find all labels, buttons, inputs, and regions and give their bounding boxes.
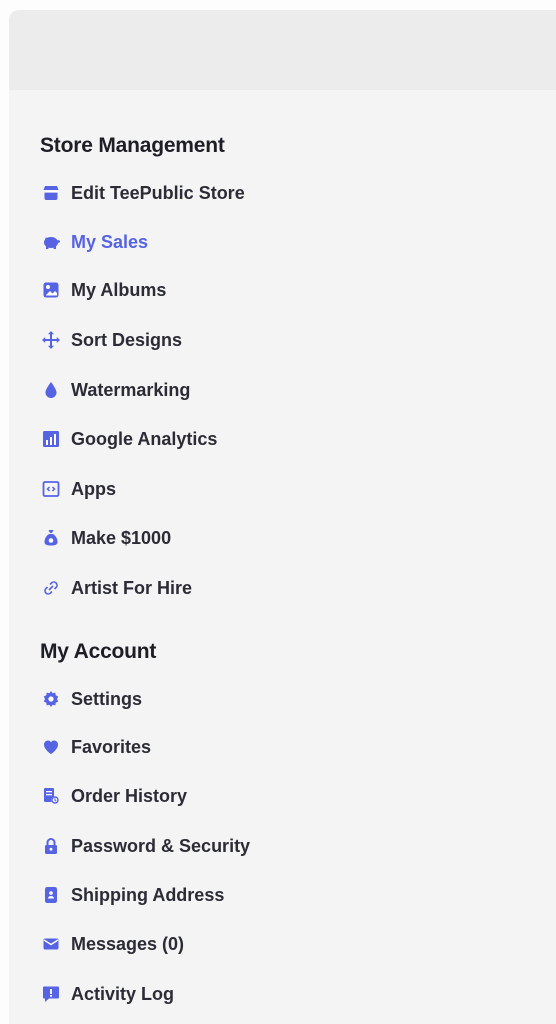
sidebar-item-label: My Albums bbox=[71, 279, 167, 300]
sidebar-item-label: Messages (0) bbox=[71, 933, 185, 954]
sidebar-item-label: Shipping Address bbox=[71, 884, 225, 905]
droplet-icon bbox=[40, 379, 62, 401]
sidebar-item-label: Password & Security bbox=[71, 835, 251, 856]
sidebar-item-watermarking[interactable]: Watermarking bbox=[40, 377, 190, 403]
sidebar-item-label: Watermarking bbox=[71, 379, 191, 400]
heart-icon bbox=[40, 736, 62, 758]
alert-comment-icon bbox=[40, 983, 62, 1005]
link-icon bbox=[40, 577, 62, 599]
gear-icon bbox=[40, 688, 62, 710]
sidebar-item-make-1000[interactable]: Make $1000 bbox=[40, 525, 171, 551]
sidebar-item-label: Edit TeePublic Store bbox=[71, 182, 245, 203]
receipt-icon bbox=[40, 785, 62, 807]
sidebar-item-label: Make $1000 bbox=[71, 527, 172, 548]
sidebar-item-label: Apps bbox=[71, 478, 116, 499]
sidebar-item-settings[interactable]: Settings bbox=[40, 686, 142, 712]
sidebar-item-my-albums[interactable]: My Albums bbox=[40, 277, 166, 303]
section-title-my-account: My Account bbox=[40, 640, 157, 663]
sidebar-item-label: Favorites bbox=[71, 736, 152, 757]
sidebar-item-label: Settings bbox=[71, 688, 143, 709]
section-title-store-management: Store Management bbox=[40, 134, 225, 157]
sidebar-item-label: Activity Log bbox=[71, 983, 175, 1004]
sidebar-item-messages[interactable]: Messages (0) bbox=[40, 931, 184, 957]
sidebar-item-apps[interactable]: Apps bbox=[40, 476, 116, 502]
sidebar-item-activity-log[interactable]: Activity Log bbox=[40, 981, 174, 1007]
envelope-icon bbox=[40, 933, 62, 955]
sidebar-item-label: Artist For Hire bbox=[71, 577, 193, 598]
sidebar-item-favorites[interactable]: Favorites bbox=[40, 734, 151, 760]
album-icon bbox=[40, 279, 62, 301]
move-arrows-icon bbox=[40, 329, 62, 351]
sidebar-item-label: My Sales bbox=[71, 231, 149, 252]
sidebar-item-order-history[interactable]: Order History bbox=[40, 783, 187, 809]
sidebar-item-password-security[interactable]: Password & Security bbox=[40, 833, 250, 859]
piggy-bank-icon bbox=[40, 231, 62, 253]
sidebar-item-label: Order History bbox=[71, 785, 188, 806]
money-bag-icon bbox=[40, 527, 62, 549]
sidebar-item-sort-designs[interactable]: Sort Designs bbox=[40, 327, 182, 353]
store-icon bbox=[40, 182, 62, 204]
sidebar-item-label: Google Analytics bbox=[71, 428, 218, 449]
sidebar-item-my-sales[interactable]: My Sales bbox=[40, 229, 148, 255]
header-bar bbox=[9, 10, 556, 90]
code-window-icon bbox=[40, 478, 62, 500]
sidebar-item-edit-store[interactable]: Edit TeePublic Store bbox=[40, 180, 245, 206]
address-card-icon bbox=[40, 884, 62, 906]
sidebar-item-google-analytics[interactable]: Google Analytics bbox=[40, 426, 217, 452]
lock-icon bbox=[40, 835, 62, 857]
sidebar-item-artist-for-hire[interactable]: Artist For Hire bbox=[40, 575, 192, 601]
bar-chart-icon bbox=[40, 428, 62, 450]
sidebar-item-label: Sort Designs bbox=[71, 329, 183, 350]
sidebar-item-shipping-address[interactable]: Shipping Address bbox=[40, 882, 224, 908]
account-page: Store Management Edit TeePublic Store My… bbox=[0, 0, 556, 1024]
